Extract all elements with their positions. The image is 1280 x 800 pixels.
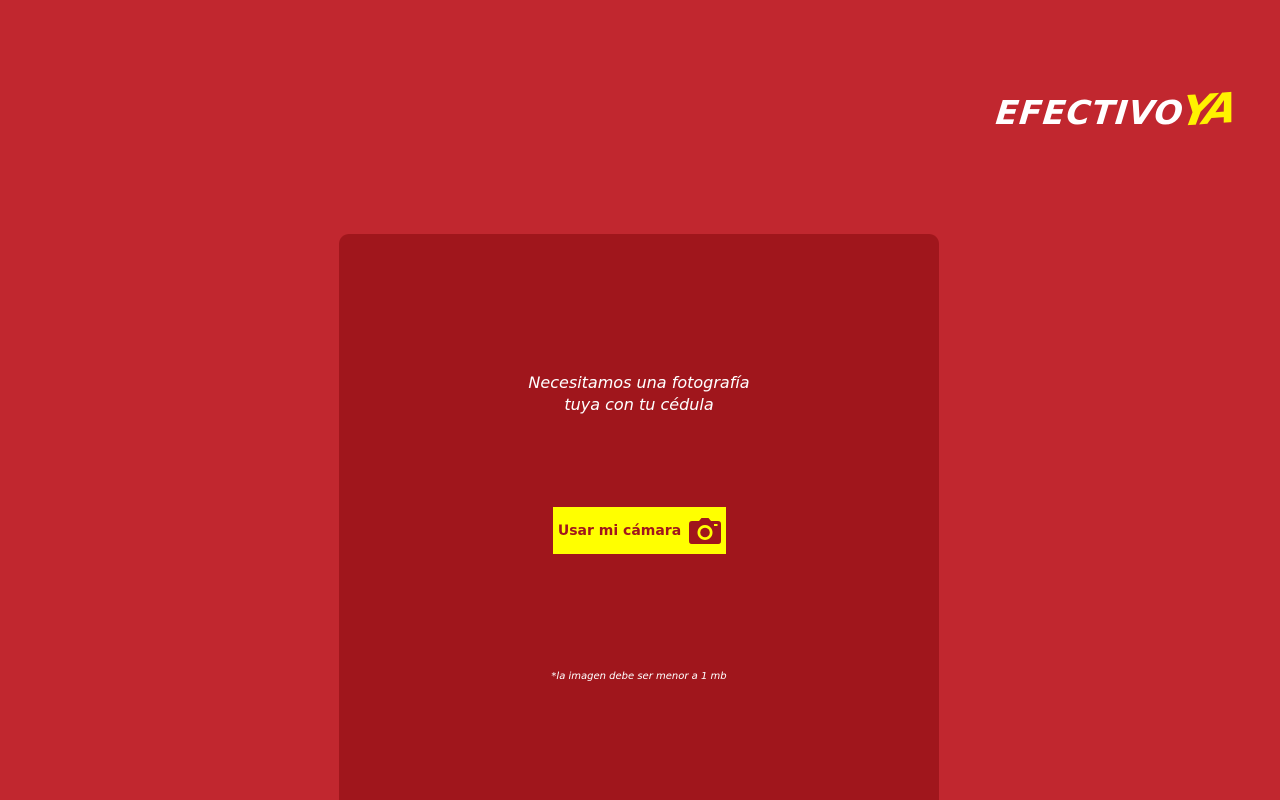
- camera-icon: [689, 517, 722, 544]
- headline-line-1: Necesitamos una fotografía: [528, 373, 750, 392]
- use-camera-button[interactable]: Usar mi cámara: [553, 507, 726, 554]
- logo-text-accent: YA: [1176, 83, 1238, 136]
- use-camera-button-label: Usar mi cámara: [557, 522, 682, 539]
- photo-upload-card: Necesitamos una fotografía tuya con tu c…: [339, 234, 939, 800]
- image-size-note: *la imagen debe ser menor a 1 mb: [551, 671, 727, 682]
- page: EFECTIVO YA Necesitamos una fotografía t…: [0, 0, 1280, 800]
- headline-line-2: tuya con tu cédula: [564, 395, 714, 414]
- logo-text-main: EFECTIVO: [994, 93, 1186, 132]
- upload-headline: Necesitamos una fotografía tuya con tu c…: [339, 372, 939, 416]
- efectivo-ya-logo: EFECTIVO YA: [994, 83, 1237, 135]
